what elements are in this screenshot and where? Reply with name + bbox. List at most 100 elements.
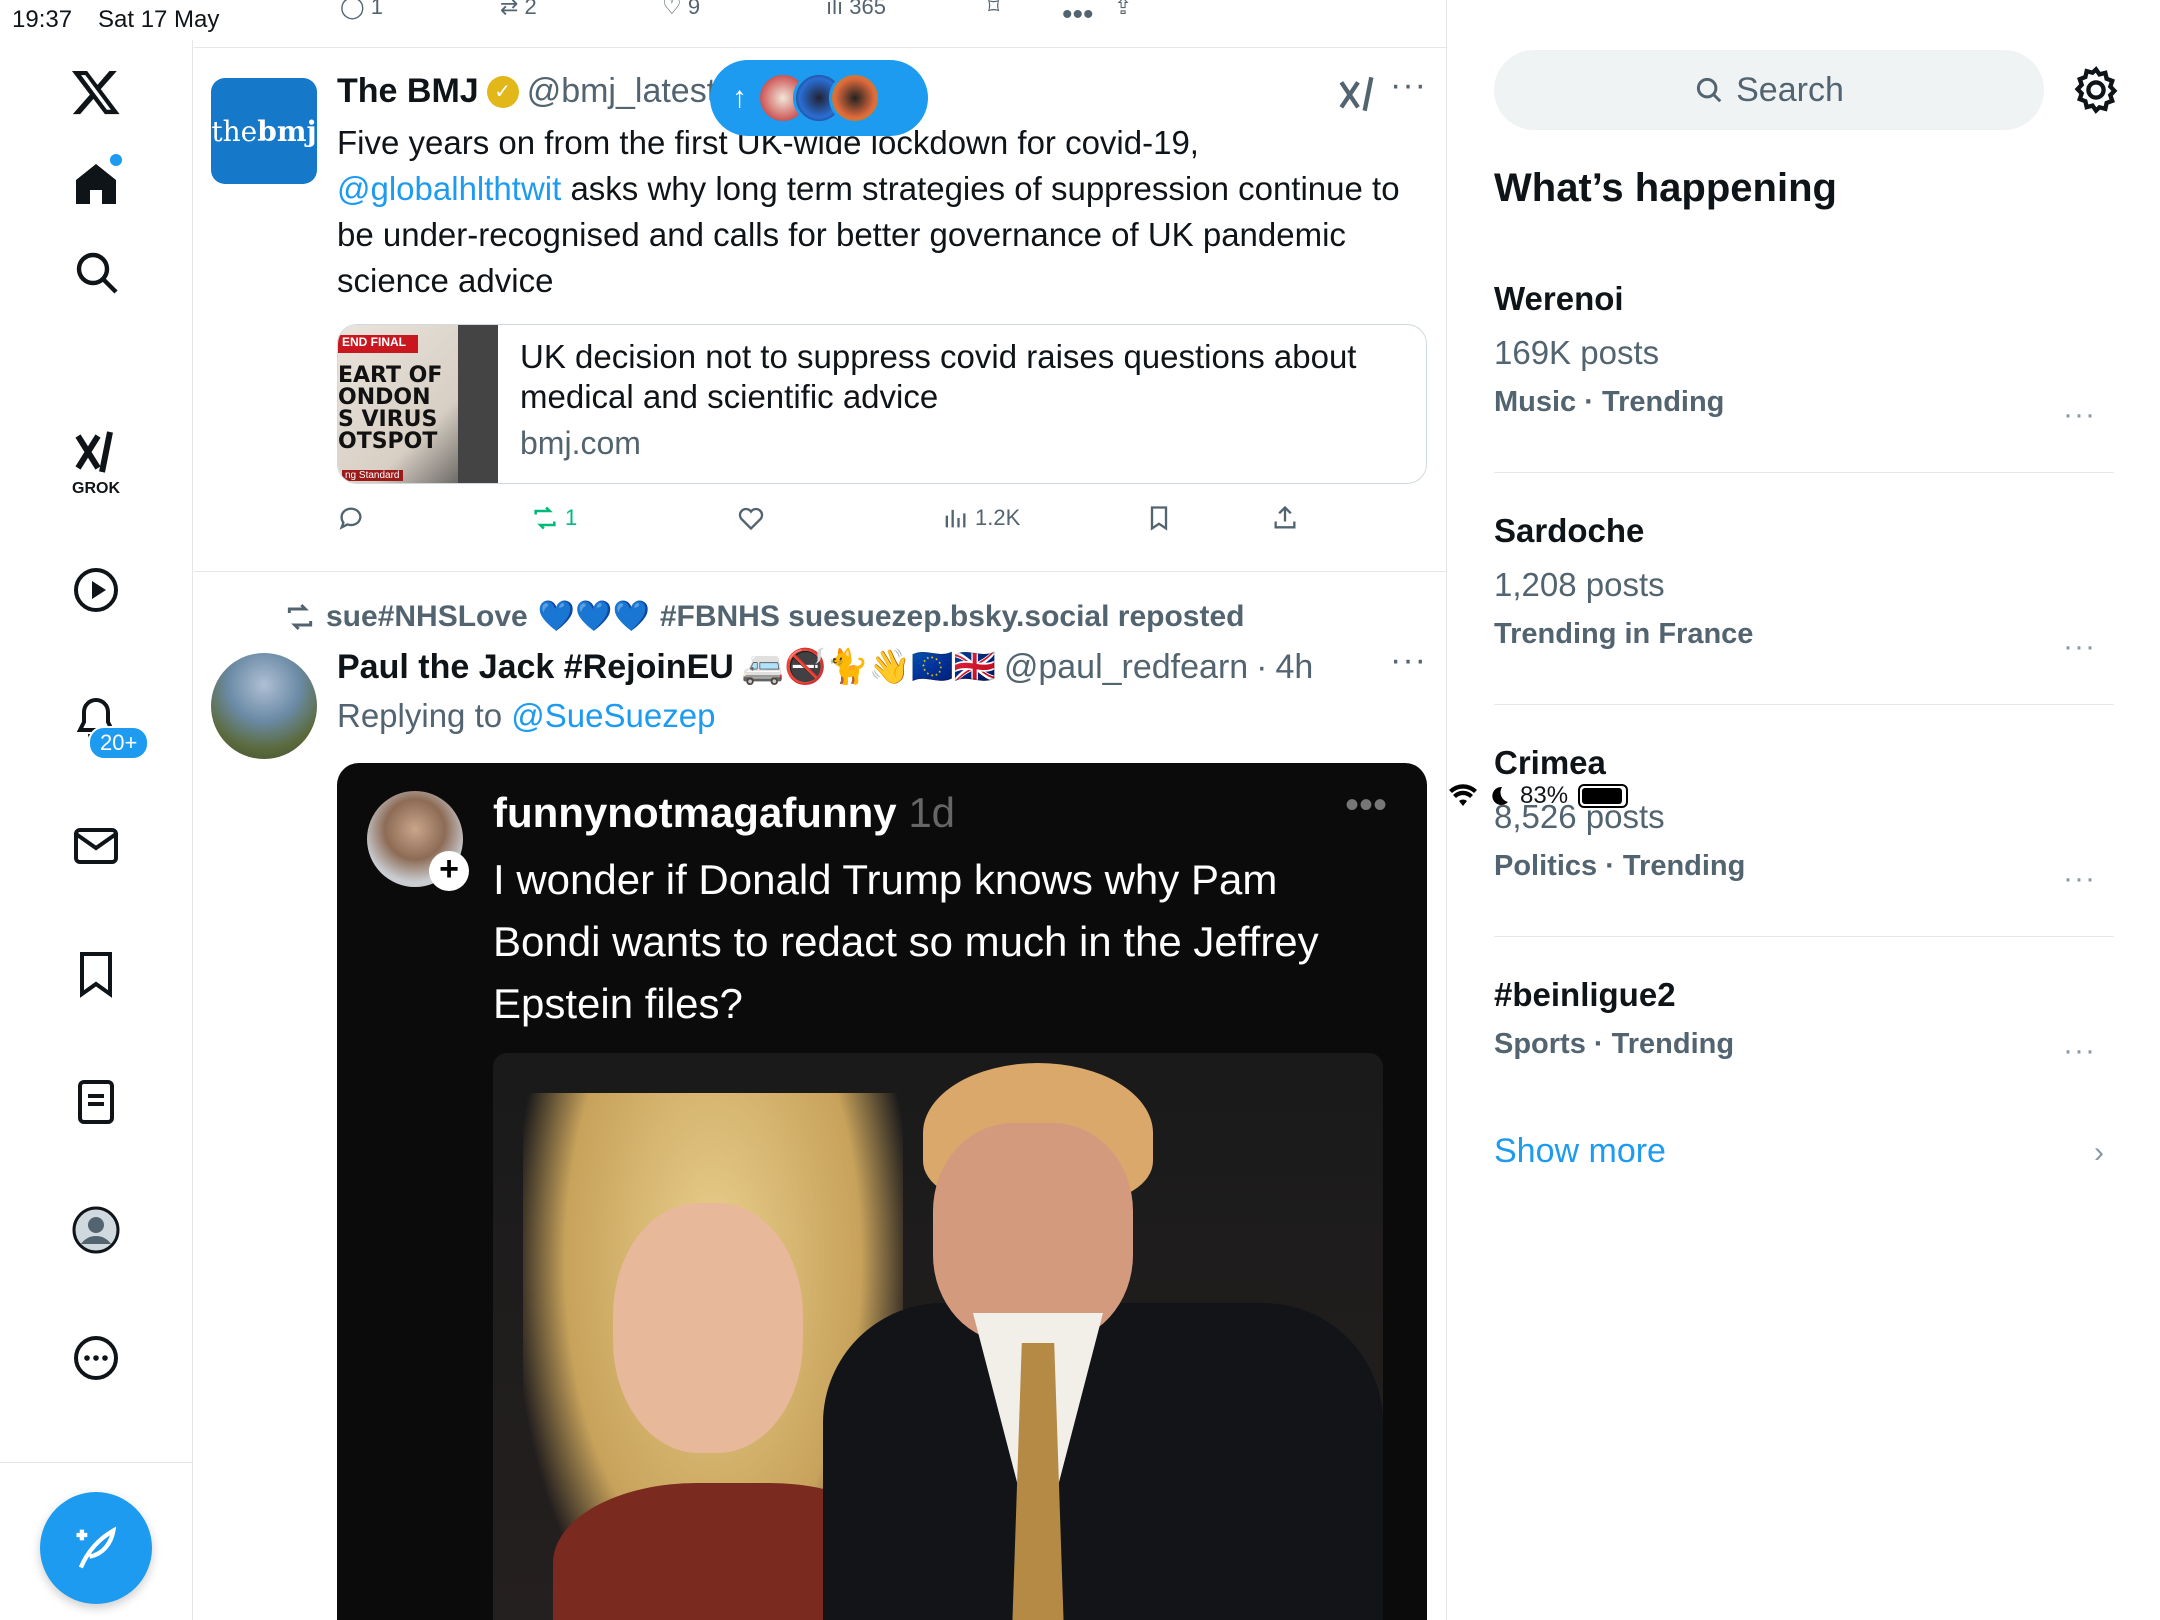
grok-label: GROK bbox=[72, 480, 120, 497]
card-thumbnail: END FINAL EART OF ONDON S VIRUS OTSPOT n… bbox=[338, 325, 498, 483]
trend-name: Crimea bbox=[1494, 744, 1606, 781]
pill-avatar bbox=[829, 72, 881, 124]
replying-label: Replying to bbox=[337, 697, 503, 734]
reply-icon bbox=[339, 507, 362, 530]
bmj-avatar[interactable]: the bmj bbox=[211, 78, 317, 184]
avatar-text-light: the bbox=[211, 114, 258, 148]
trend-more-button[interactable]: ··· bbox=[2063, 862, 2096, 896]
trend-category: Sports · Trending bbox=[1494, 1028, 1735, 1060]
trend-item[interactable]: #beinligue2 Sports · Trending ··· bbox=[1494, 976, 2114, 1067]
plus-icon: + bbox=[429, 851, 469, 891]
nav-profile[interactable] bbox=[66, 1200, 126, 1260]
repost-icon bbox=[287, 603, 313, 630]
repost-icon bbox=[534, 506, 556, 530]
author-emojis: 🚐🚭🐈👋🇪🇺🇬🇧 bbox=[741, 648, 996, 686]
trend-item[interactable]: Sardoche 1,208 posts Trending in France … bbox=[1494, 512, 2114, 663]
reply-button[interactable] bbox=[337, 504, 371, 532]
card-title: UK decision not to suppress covid raises… bbox=[520, 338, 1357, 415]
trend-category: Politics · Trending bbox=[1494, 850, 1746, 882]
prev-view-count[interactable]: ılı 365 bbox=[826, 0, 886, 20]
photo-figure bbox=[933, 1123, 1133, 1343]
home-icon bbox=[76, 164, 116, 204]
media-text: I wonder if Donald Trump knows why Pam B… bbox=[493, 856, 1319, 1027]
trend-count: 1,208 posts bbox=[1494, 566, 1665, 603]
photo-figure bbox=[823, 1303, 1383, 1620]
tweet-media-image[interactable]: + funnynotmagafunny 1d ••• I wonder if D… bbox=[337, 763, 1427, 1620]
reposted-by[interactable]: sue#NHSLove 💙💙💙 #FBNHS suesuezep.bsky.soci… bbox=[284, 599, 1244, 634]
settings-gear-icon[interactable] bbox=[2070, 64, 2122, 116]
trend-divider bbox=[1494, 704, 2114, 705]
avatar-text-bold: bmj bbox=[257, 114, 317, 148]
trend-name: #beinligue2 bbox=[1494, 976, 1676, 1013]
link-card[interactable]: END FINAL EART OF ONDON S VIRUS OTSPOT n… bbox=[337, 324, 1427, 484]
views-icon bbox=[945, 509, 966, 528]
share-icon bbox=[1274, 505, 1296, 529]
card-domain: bmj.com bbox=[520, 425, 641, 461]
search-icon bbox=[76, 252, 118, 294]
nav-more[interactable] bbox=[66, 1328, 126, 1388]
prev-reply-count[interactable]: ◯ 1 bbox=[340, 0, 383, 20]
tweet-actions: 1 1.2K bbox=[337, 504, 1427, 544]
whats-happening-title: What’s happening bbox=[1494, 166, 1837, 210]
tweet-author[interactable]: Paul the Jack #RejoinEU 🚐🚭🐈👋🇪🇺🇬🇧 @paul_r… bbox=[337, 647, 1313, 687]
nav-video[interactable] bbox=[66, 560, 126, 620]
tweet-time: 4h bbox=[1275, 647, 1314, 686]
trend-more-button[interactable]: ··· bbox=[2063, 1034, 2096, 1068]
views-button[interactable]: 1.2K bbox=[941, 504, 1020, 532]
show-more-link[interactable]: Show more bbox=[1494, 1132, 1666, 1171]
new-posts-pill[interactable]: ↑ bbox=[710, 60, 928, 136]
home-unread-dot bbox=[110, 154, 122, 166]
bookmark-button[interactable] bbox=[1145, 504, 1173, 532]
trend-divider bbox=[1494, 936, 2114, 937]
media-photo bbox=[493, 1053, 1383, 1620]
nav-lists[interactable] bbox=[66, 1072, 126, 1132]
trend-count: 169K posts bbox=[1494, 334, 1660, 371]
list-icon bbox=[78, 1080, 114, 1124]
trend-more-button[interactable]: ··· bbox=[2063, 630, 2096, 664]
paul-avatar[interactable] bbox=[211, 653, 317, 759]
verified-badge-icon: ✓ bbox=[486, 75, 519, 108]
trend-category: Trending in France bbox=[1494, 618, 1754, 650]
sidebar-divider bbox=[0, 1462, 193, 1463]
repost-button[interactable]: 1 bbox=[531, 504, 577, 532]
grok-explain-icon[interactable] bbox=[1338, 74, 1378, 114]
prev-like-count[interactable]: ♡ 9 bbox=[662, 0, 700, 20]
tweet-paul[interactable]: sue#NHSLove 💙💙💙 #FBNHS suesuezep.bsky.soci… bbox=[194, 573, 1446, 1620]
share-button[interactable] bbox=[1271, 504, 1299, 532]
trend-count: 8,526 posts bbox=[1494, 798, 1665, 835]
grok-icon bbox=[75, 431, 113, 473]
chevron-right-icon: › bbox=[2094, 1136, 2104, 1169]
compose-feather-icon bbox=[76, 1526, 117, 1569]
prev-share-icon[interactable]: ⇪ bbox=[1114, 0, 1132, 20]
repost-count: 1 bbox=[565, 505, 578, 530]
reposter-name: sue#NHSLove bbox=[326, 599, 528, 633]
tweet-more-button[interactable]: ··· bbox=[1390, 66, 1427, 105]
reposter-rest: #FBNHS suesuezep.bsky.social reposted bbox=[659, 599, 1245, 633]
like-button[interactable] bbox=[737, 504, 771, 532]
search-input[interactable]: Search bbox=[1494, 50, 2044, 130]
trend-more-button[interactable]: ··· bbox=[2063, 398, 2096, 432]
mail-icon bbox=[74, 828, 118, 864]
media-more-icon: ••• bbox=[1344, 783, 1387, 827]
tweet-author[interactable]: The BMJ ✓ @bmj_latest bbox=[337, 72, 716, 111]
compose-button[interactable] bbox=[40, 1492, 152, 1604]
nav-home[interactable] bbox=[66, 154, 126, 214]
tweet-more-button[interactable]: ··· bbox=[1390, 641, 1427, 680]
views-count: 1.2K bbox=[975, 505, 1021, 530]
trend-item[interactable]: Werenoi 169K posts Music · Trending ··· bbox=[1494, 280, 2114, 431]
left-sidebar: GROK 20+ bbox=[0, 40, 193, 1620]
timeline: ◯ 1 ⇄ 2 ♡ 9 ılı 365 ⌑ ••• ⇪ the bmj The B… bbox=[194, 0, 1447, 1620]
prev-more-dots[interactable]: ••• bbox=[1062, 0, 1094, 32]
search-placeholder: Search bbox=[1736, 70, 1844, 109]
x-logo-icon[interactable] bbox=[66, 62, 126, 122]
prev-bookmark-icon[interactable]: ⌑ bbox=[988, 0, 999, 20]
mention-link[interactable]: @globalhlthtwit bbox=[337, 170, 561, 207]
bookmark-icon bbox=[80, 952, 112, 998]
nav-explore[interactable] bbox=[66, 242, 126, 302]
nav-messages[interactable] bbox=[66, 816, 126, 876]
nav-grok[interactable] bbox=[66, 422, 126, 482]
nav-bookmarks[interactable] bbox=[66, 944, 126, 1004]
prev-repost-count[interactable]: ⇄ 2 bbox=[500, 0, 537, 20]
trend-item[interactable]: Crimea 8,526 posts Politics · Trending ·… bbox=[1494, 744, 2114, 895]
replying-to-link[interactable]: @SueSuezep bbox=[511, 697, 715, 734]
